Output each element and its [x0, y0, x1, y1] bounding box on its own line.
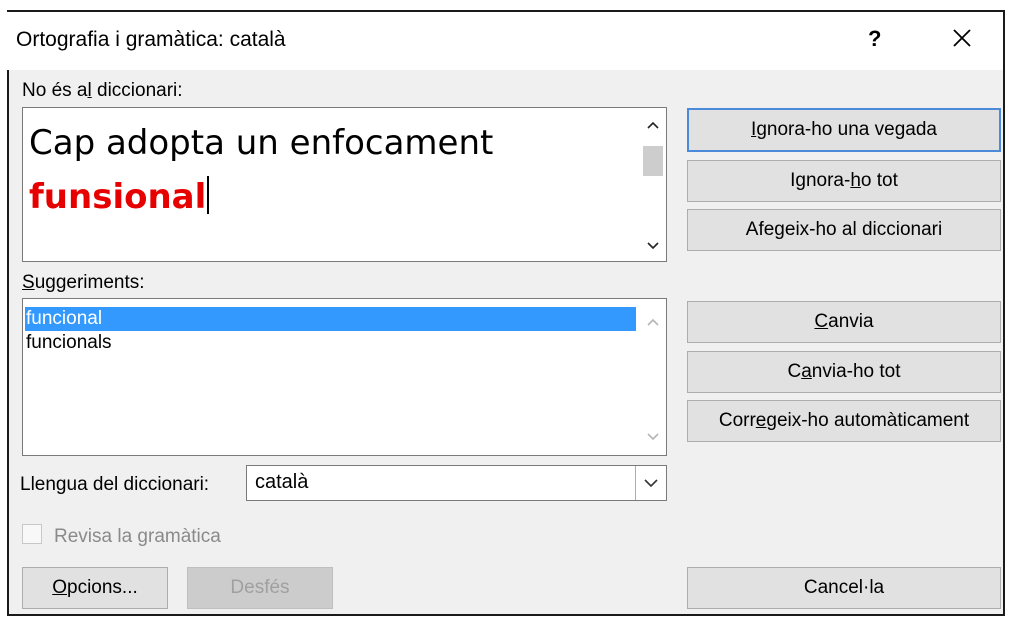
not-in-dictionary-label: No és al diccionari:: [22, 80, 183, 101]
suggestions-label: Suggeriments:: [22, 272, 145, 293]
scroll-up-icon[interactable]: [640, 114, 666, 136]
sentence-text: Cap adopta un enfocament: [29, 123, 494, 163]
grammar-checkbox-label: Revisa la gramàtica: [54, 526, 221, 547]
dialog-title: Ortografia i gramàtica: català: [16, 28, 286, 51]
scroll-thumb[interactable]: [643, 146, 663, 176]
add-to-dictionary-button[interactable]: Afe g eix-ho al diccionari: [687, 209, 1001, 251]
close-icon[interactable]: [942, 18, 982, 58]
suggestions-list[interactable]: funcional funcionals: [22, 298, 667, 456]
change-all-button[interactable]: Ca nvia-ho tot: [687, 351, 1001, 393]
change-button[interactable]: Canvia: [687, 301, 1001, 343]
dictionary-language-select[interactable]: català: [246, 465, 667, 501]
textbox-scrollbar[interactable]: [640, 108, 666, 261]
dictionary-language-label: Llengua del diccionari:: [20, 474, 210, 495]
chevron-down-icon[interactable]: [635, 466, 666, 500]
list-item[interactable]: funcionals: [25, 331, 112, 355]
cancel-button[interactable]: Cancel·la: [687, 567, 1001, 609]
scroll-up-icon[interactable]: [640, 311, 666, 333]
list-item[interactable]: funcional: [25, 307, 636, 331]
text-caret: [207, 176, 210, 214]
undo-button[interactable]: Desfés: [187, 567, 333, 609]
dictionary-language-value: català: [255, 471, 309, 493]
autocorrect-button[interactable]: Corr e geix-ho automàticament: [687, 400, 1001, 442]
scroll-down-icon[interactable]: [640, 425, 666, 447]
list-scrollbar[interactable]: [640, 299, 666, 455]
options-button[interactable]: Opcions...: [22, 567, 168, 609]
grammar-checkbox[interactable]: [22, 524, 42, 544]
ignore-once-button[interactable]: Ignora-ho una vegada: [687, 108, 1001, 152]
misspelled-word: funsional: [29, 177, 207, 217]
scroll-down-icon[interactable]: [640, 234, 666, 256]
not-in-dictionary-textbox[interactable]: Cap adopta un enfocament funsional: [22, 107, 667, 262]
help-button[interactable]: ?: [868, 26, 881, 52]
ignore-all-button[interactable]: Ignora-h o tot: [687, 160, 1001, 202]
